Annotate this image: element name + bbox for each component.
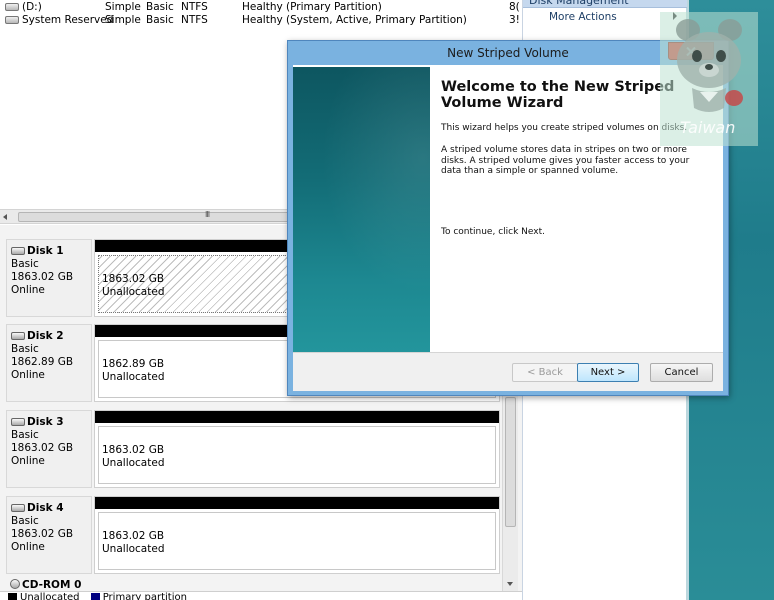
volume-status-cell: Healthy (System, Active, Primary Partiti… bbox=[242, 14, 467, 26]
volume-status-cell: Healthy (Primary Partition) bbox=[242, 1, 382, 13]
volume-name-cell: System Reserved bbox=[5, 13, 113, 27]
volume-layout-cell: Simple bbox=[105, 14, 141, 26]
volume-fs-cell: NTFS bbox=[181, 14, 208, 26]
partition-region[interactable]: 1863.02 GB Unallocated bbox=[94, 496, 500, 574]
disk-title: Disk 2 bbox=[11, 330, 87, 343]
disk-label[interactable]: Disk 4 Basic 1863.02 GB Online bbox=[6, 496, 92, 574]
volume-row[interactable]: System Reserved Simple Basic NTFS Health… bbox=[0, 13, 522, 27]
dialog-body: Welcome to the New Striped Volume Wizard… bbox=[293, 65, 723, 391]
disk-size: 1863.02 GB bbox=[11, 528, 74, 540]
wizard-continue-text: To continue, click Next. bbox=[441, 227, 545, 237]
watermark-text: Taiwan bbox=[680, 118, 736, 137]
disk-state: Online bbox=[11, 369, 45, 381]
bear-mascot-icon bbox=[676, 19, 743, 112]
disk-title: Disk 1 bbox=[11, 245, 87, 258]
disk-label[interactable]: Disk 2 Basic 1862.89 GB Online bbox=[6, 324, 92, 402]
partition-status: Unallocated bbox=[102, 543, 165, 555]
volume-capacity-cell: 8( bbox=[509, 1, 520, 13]
cancel-button[interactable]: Cancel bbox=[650, 363, 713, 382]
legend-item: Unallocated bbox=[8, 592, 80, 600]
vertical-scroll-thumb[interactable] bbox=[505, 397, 516, 527]
scroll-grip-icon: III bbox=[205, 210, 210, 219]
disk-label[interactable]: Disk 1 Basic 1863.02 GB Online bbox=[6, 239, 92, 317]
disk-icon bbox=[11, 332, 25, 340]
partition-color-bar bbox=[95, 411, 499, 423]
volume-type-cell: Basic bbox=[146, 1, 174, 13]
disk-size: 1863.02 GB bbox=[11, 271, 74, 283]
partition-status: Unallocated bbox=[102, 457, 165, 469]
volume-layout-cell: Simple bbox=[105, 1, 141, 13]
watermark: Taiwan bbox=[660, 12, 758, 146]
disk-state: Online bbox=[11, 541, 45, 553]
wizard-side-graphic bbox=[293, 67, 430, 352]
volume-type-cell: Basic bbox=[146, 14, 174, 26]
volume-capacity-cell: 3! bbox=[509, 14, 520, 26]
disk-type: Basic bbox=[11, 515, 39, 527]
disk-type: Basic bbox=[11, 343, 39, 355]
partition-color-bar bbox=[95, 497, 499, 509]
partition-box[interactable]: 1863.02 GB Unallocated bbox=[98, 512, 496, 570]
actions-header: Disk Management bbox=[523, 0, 687, 8]
disk-state: Online bbox=[11, 455, 45, 467]
disk-icon bbox=[11, 247, 25, 255]
disk-title: Disk 3 bbox=[11, 416, 87, 429]
disk-icon bbox=[11, 504, 25, 512]
disk-type: Basic bbox=[11, 258, 39, 270]
disk-size: 1862.89 GB bbox=[11, 356, 74, 368]
wizard-description-text: A striped volume stores data in stripes … bbox=[441, 145, 690, 176]
disk-title: Disk 4 bbox=[11, 502, 87, 515]
back-button[interactable]: < Back bbox=[512, 363, 578, 382]
disk-label[interactable]: Disk 3 Basic 1863.02 GB Online bbox=[6, 410, 92, 488]
disk-type: Basic bbox=[11, 429, 39, 441]
partition-box[interactable]: 1863.02 GB Unallocated bbox=[98, 426, 496, 484]
next-button[interactable]: Next > bbox=[577, 363, 639, 382]
scroll-left-icon[interactable] bbox=[3, 214, 7, 220]
more-actions-item[interactable]: More Actions bbox=[549, 11, 617, 23]
volume-name-cell: (D:) bbox=[5, 0, 42, 14]
horizontal-scrollbar[interactable]: III bbox=[0, 209, 290, 224]
wizard-footer: < Back Next > Cancel bbox=[293, 353, 723, 391]
volume-row[interactable]: (D:) Simple Basic NTFS Healthy (Primary … bbox=[0, 0, 522, 14]
drive-icon bbox=[5, 16, 19, 24]
legend-bar: Unallocated Primary partition bbox=[0, 591, 522, 600]
legend-swatch bbox=[90, 593, 100, 600]
disk-icon bbox=[11, 418, 25, 426]
horizontal-scroll-thumb[interactable]: III bbox=[18, 210, 290, 222]
cdrom-label[interactable]: CD-ROM 0 bbox=[10, 579, 81, 591]
disk-state: Online bbox=[11, 284, 45, 296]
legend-swatch bbox=[8, 593, 17, 600]
cdrom-icon bbox=[10, 579, 20, 589]
partition-region[interactable]: 1863.02 GB Unallocated bbox=[94, 410, 500, 488]
disk-size: 1863.02 GB bbox=[11, 442, 74, 454]
partition-size: 1863.02 GB bbox=[102, 530, 165, 542]
legend-item: Primary partition bbox=[90, 592, 187, 600]
drive-icon bbox=[5, 3, 19, 11]
volume-fs-cell: NTFS bbox=[181, 1, 208, 13]
scroll-down-icon[interactable] bbox=[507, 582, 513, 586]
partition-size: 1863.02 GB bbox=[102, 444, 165, 456]
